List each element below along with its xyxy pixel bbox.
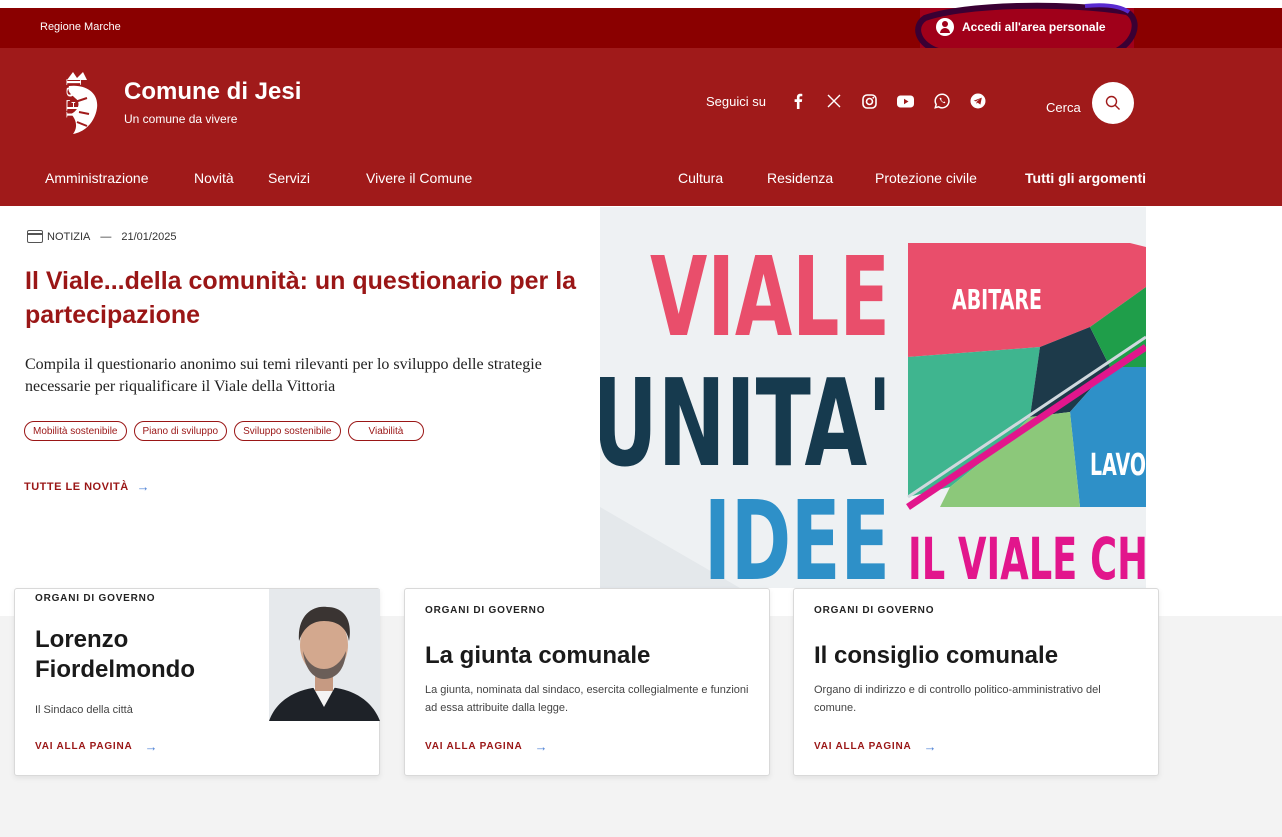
image-text-abitare: ABITARE (952, 283, 1042, 316)
youtube-icon[interactable] (897, 92, 915, 110)
news-description: Compila il questionario anonimo sui temi… (25, 356, 542, 395)
card-link[interactable]: VAI ALLA PAGINA → (425, 739, 548, 754)
card-sindaco: ORGANI DI GOVERNO Lorenzo Fiordelmondo I… (14, 588, 380, 776)
card-link[interactable]: VAI ALLA PAGINA → (814, 739, 937, 754)
all-news-link[interactable]: TUTTE LE NOVITÀ → (24, 479, 150, 494)
calendar-icon (27, 230, 43, 243)
facebook-icon[interactable] (789, 92, 807, 110)
all-news-label: TUTTE LE NOVITÀ (24, 480, 129, 493)
search-label: Cerca (1046, 100, 1081, 115)
news-title[interactable]: Il Viale...della comunità: un questionar… (25, 264, 585, 332)
whatsapp-icon[interactable] (933, 92, 951, 110)
tag-viabilita[interactable]: Viabilità (347, 421, 425, 441)
card-consiglio: ORGANI DI GOVERNO Il consiglio comunale … (793, 588, 1159, 776)
follow-label: Seguici su (706, 93, 766, 109)
news-date: 21/01/2025 (121, 230, 177, 243)
card-link-label: VAI ALLA PAGINA (35, 741, 133, 752)
x-icon[interactable] (825, 92, 843, 110)
social-links: Seguici su (706, 92, 996, 110)
image-text-viale: VIALE (650, 233, 890, 361)
region-link[interactable]: Regione Marche (40, 21, 121, 33)
news-image[interactable]: VIALE UNITA' IDEE ABITARE LAVO IL VIALE … (600, 207, 1146, 588)
arrow-right-icon: → (136, 479, 151, 494)
card-description: Il Sindaco della città (35, 704, 133, 716)
login-button[interactable]: Accedi all'area personale (936, 18, 1106, 36)
news-meta: NOTIZIA — 21/01/2025 (27, 230, 176, 243)
card-title[interactable]: Il consiglio comunale (814, 641, 1058, 671)
nav-item-servizi[interactable]: Servizi (268, 170, 310, 186)
top-bar: Regione Marche Accedi all'area personale (0, 8, 1282, 48)
card-kicker: ORGANI DI GOVERNO (425, 605, 546, 616)
nav-item-vivere-il-comune[interactable]: Vivere il Comune (366, 170, 472, 186)
card-description: Organo di indirizzo e di controllo polit… (814, 684, 1101, 714)
search-icon (1105, 95, 1120, 110)
card-description: La giunta, nominata dal sindaco, esercit… (425, 684, 749, 714)
telegram-icon[interactable] (969, 92, 987, 110)
arrow-right-icon: → (534, 739, 549, 754)
image-text-idee: IDEE (704, 477, 890, 588)
nav-item-protezione-civile[interactable]: Protezione civile (875, 170, 977, 186)
card-link-label: VAI ALLA PAGINA (814, 741, 912, 752)
site-subtitle: Un comune da vivere (124, 112, 238, 126)
nav-item-cultura[interactable]: Cultura (678, 170, 723, 186)
nav-item-amministrazione[interactable]: Amministrazione (45, 170, 148, 186)
image-text-bottom: IL VIALE CH (908, 525, 1146, 588)
mayor-photo (269, 589, 380, 721)
card-link-label: VAI ALLA PAGINA (425, 741, 523, 752)
nav-item-residenza[interactable]: Residenza (767, 170, 833, 186)
tag-sviluppo-sostenibile[interactable]: Sviluppo sostenibile (234, 421, 341, 441)
arrow-right-icon: → (144, 739, 159, 754)
nav-item-novita[interactable]: Novità (194, 170, 234, 186)
main-nav: Amministrazione Novità Servizi Vivere il… (0, 170, 1282, 200)
card-link[interactable]: VAI ALLA PAGINA → (35, 739, 158, 754)
login-area: Accedi all'area personale (920, 8, 1134, 48)
tag-piano-di-sviluppo[interactable]: Piano di sviluppo (133, 421, 228, 441)
nav-item-tutti-gli-argomenti[interactable]: Tutti gli argomenti (1025, 170, 1146, 186)
city-logo[interactable]: JESI (45, 68, 109, 140)
card-giunta: ORGANI DI GOVERNO La giunta comunale La … (404, 588, 770, 776)
image-text-unita: UNITA' (600, 355, 892, 494)
card-title[interactable]: La giunta comunale (425, 641, 650, 671)
instagram-icon[interactable] (861, 92, 879, 110)
card-title[interactable]: Lorenzo Fiordelmondo (35, 625, 265, 685)
card-kicker: ORGANI DI GOVERNO (814, 605, 935, 616)
news-tags: Mobilità sostenibile Piano di sviluppo S… (24, 421, 425, 441)
user-icon (936, 18, 954, 36)
search-button[interactable] (1092, 82, 1134, 124)
card-kicker: ORGANI DI GOVERNO (35, 593, 156, 604)
meta-separator: — (100, 230, 112, 243)
news-type: NOTIZIA (47, 230, 91, 243)
login-label: Accedi all'area personale (962, 20, 1106, 34)
site-header: JESI Comune di Jesi Un comune da vivere … (0, 48, 1282, 206)
arrow-right-icon: → (923, 739, 938, 754)
image-text-lavoro: LAVO (1090, 448, 1146, 483)
tag-mobilita-sostenibile[interactable]: Mobilità sostenibile (24, 421, 127, 441)
site-title[interactable]: Comune di Jesi (124, 78, 301, 106)
